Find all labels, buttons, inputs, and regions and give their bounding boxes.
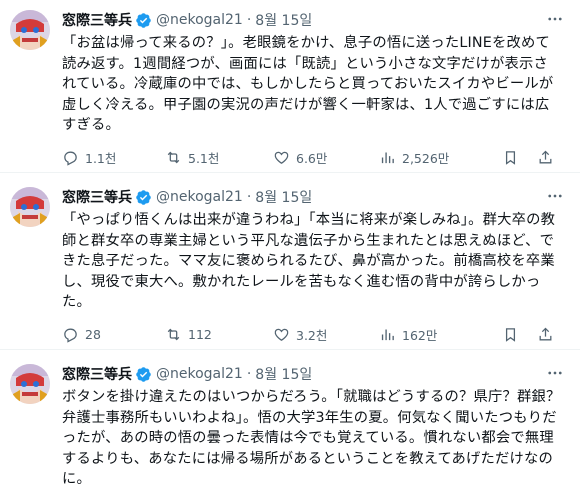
- tweet-date[interactable]: 8월 15일: [255, 10, 312, 30]
- reply-icon: [64, 151, 77, 166]
- more-options-button[interactable]: [544, 185, 566, 207]
- reply-count: 28: [85, 327, 101, 342]
- avatar[interactable]: [10, 10, 50, 50]
- view-count: 2,526만: [402, 151, 450, 166]
- user-handle[interactable]: @nekogal21: [156, 12, 243, 28]
- reply-button[interactable]: 1.1천: [62, 148, 165, 167]
- tweet-content: 窓際三等兵 @nekogal21 · 8월 15일 「お盆は帰って来るの？」。老…: [62, 10, 570, 172]
- reply-icon: [64, 328, 77, 343]
- display-name[interactable]: 窓際三等兵: [62, 187, 132, 207]
- verified-badge-icon: [135, 189, 152, 206]
- like-count: 3.2천: [296, 328, 328, 343]
- right-actions: [502, 326, 562, 343]
- more-icon: [548, 371, 562, 375]
- separator-dot: ·: [246, 189, 252, 205]
- timeline: 窓際三等兵 @nekogal21 · 8월 15일 「お盆は帰って来るの？」。老…: [0, 0, 580, 490]
- heart-icon: [274, 328, 289, 341]
- display-name[interactable]: 窓際三等兵: [62, 10, 132, 30]
- bookmark-icon: [505, 328, 516, 342]
- verified-badge-icon: [135, 12, 152, 29]
- tweet-header: 窓際三等兵 @nekogal21 · 8월 15일: [62, 10, 562, 30]
- retweet-button[interactable]: 112: [165, 326, 273, 343]
- tweet-text: 「やっぱり悟くんは出来が違うわね」「本当に将来が楽しみね」。群大卒の教師と群女卒…: [62, 212, 556, 310]
- reply-count: 1.1천: [85, 151, 117, 166]
- tweet-date[interactable]: 8월 15일: [255, 364, 312, 384]
- tweet-content: 窓際三等兵 @nekogal21 · 8월 15일 「やっぱり悟くんは出来が違う…: [62, 187, 570, 349]
- separator-dot: ·: [246, 12, 252, 28]
- like-button[interactable]: 6.6만: [273, 148, 379, 167]
- retweet-icon: [167, 328, 180, 341]
- more-options-button[interactable]: [544, 362, 566, 384]
- retweet-icon: [167, 151, 180, 164]
- tweet-header: 窓際三等兵 @nekogal21 · 8월 15일: [62, 187, 562, 207]
- like-button[interactable]: 3.2천: [273, 325, 379, 344]
- avatar[interactable]: [10, 364, 50, 404]
- avatar[interactable]: [10, 187, 50, 227]
- analytics-icon: [381, 152, 394, 164]
- tweet-actions: 28 112 3.2천 162만: [62, 325, 562, 345]
- bookmark-icon: [505, 151, 516, 165]
- view-count: 162만: [402, 328, 438, 343]
- avatar-column: [10, 10, 62, 172]
- bookmark-button[interactable]: [502, 149, 519, 166]
- more-icon: [548, 17, 562, 21]
- bookmark-button[interactable]: [502, 326, 519, 343]
- user-handle[interactable]: @nekogal21: [156, 189, 243, 205]
- avatar-column: [10, 364, 62, 490]
- tweet-actions: 1.1천 5.1천 6.6만 2,526만: [62, 148, 562, 168]
- like-count: 6.6만: [296, 151, 328, 166]
- retweet-button[interactable]: 5.1천: [165, 148, 273, 167]
- tweet[interactable]: 窓際三等兵 @nekogal21 · 8월 15일 ボタンを掛け違えたのはいつか…: [0, 350, 580, 490]
- avatar-column: [10, 187, 62, 349]
- more-icon: [548, 194, 562, 198]
- views-button[interactable]: 162만: [379, 325, 499, 344]
- tweet[interactable]: 窓際三等兵 @nekogal21 · 8월 15일 「やっぱり悟くんは出来が違う…: [0, 173, 580, 350]
- reply-button[interactable]: 28: [62, 326, 165, 343]
- tweet-text: 「お盆は帰って来るの？」。老眼鏡をかけ、息子の悟に送ったLINEを改めて読み返す…: [62, 35, 554, 133]
- share-button[interactable]: [537, 326, 554, 343]
- display-name[interactable]: 窓際三等兵: [62, 364, 132, 384]
- share-button[interactable]: [537, 149, 554, 166]
- tweet-date[interactable]: 8월 15일: [255, 187, 312, 207]
- user-handle[interactable]: @nekogal21: [156, 366, 243, 382]
- tweet-text: ボタンを掛け違えたのはいつからだろう。「就職はどうするの？県庁？群銀？弁護士事務…: [62, 389, 561, 487]
- analytics-icon: [381, 329, 394, 341]
- more-options-button[interactable]: [544, 8, 566, 30]
- verified-badge-icon: [135, 366, 152, 383]
- share-icon: [539, 150, 552, 164]
- tweet-header: 窓際三等兵 @nekogal21 · 8월 15일: [62, 364, 562, 384]
- share-icon: [539, 327, 552, 341]
- tweet[interactable]: 窓際三等兵 @nekogal21 · 8월 15일 「お盆は帰って来るの？」。老…: [0, 0, 580, 173]
- heart-icon: [274, 151, 289, 164]
- retweet-count: 5.1천: [188, 151, 220, 166]
- views-button[interactable]: 2,526만: [379, 148, 499, 167]
- separator-dot: ·: [246, 366, 252, 382]
- tweet-content: 窓際三等兵 @nekogal21 · 8월 15일 ボタンを掛け違えたのはいつか…: [62, 364, 570, 490]
- right-actions: [502, 149, 562, 166]
- retweet-count: 112: [188, 327, 212, 342]
